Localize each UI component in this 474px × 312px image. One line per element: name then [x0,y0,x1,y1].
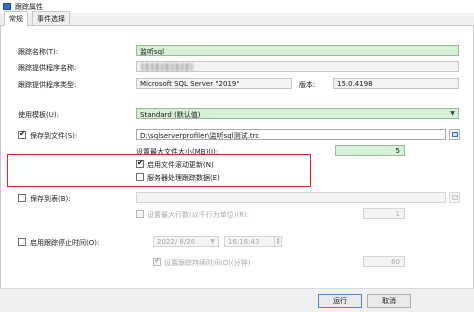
cancel-button[interactable]: 取消 [367,294,411,308]
version-label: 版本: [299,81,316,89]
redacted-provider-name [141,63,193,71]
max-rows-label: 设置最大行数(以千行为单位)(R): [147,211,250,219]
general-panel: 跟踪名称(T): 监听sql 跟踪提供程序名称: 跟踪提供程序类型: Micro… [0,26,474,288]
save-file-path-input[interactable]: D:\sqlserverprofiler\监听sql测试.trc [136,129,446,140]
browse-table-button[interactable] [449,192,460,203]
provider-type-label: 跟踪提供程序类型: [18,81,77,89]
chevron-down-icon: ▼ [210,238,215,245]
tab-general[interactable]: 常规 [4,11,28,26]
folder-icon [452,132,458,137]
template-select[interactable]: Standard (默认值) ▼ [136,108,459,119]
table-icon [452,195,458,200]
dialog-footer: 运行 取消 [0,288,474,312]
tab-events-selection[interactable]: 事件选择 [32,11,70,25]
save-to-table-label: 保存到表(B): [30,195,71,203]
provider-name-label: 跟踪提供程序名称: [18,64,77,72]
save-table-input[interactable] [136,192,446,203]
duration-input[interactable]: 60 [363,256,405,267]
stop-time-checkbox[interactable] [18,238,26,246]
duration-label: 设置跟踪持续时间(D)(分钟) [164,259,251,267]
spinner-icon: ▲ ▼ [274,237,281,246]
template-label: 使用模板(U): [18,111,59,119]
chevron-down-icon: ▼ [450,110,455,117]
tab-bar [0,13,474,26]
highlight-box [7,154,311,187]
version-field: 15.0.4198 [333,78,459,89]
max-file-size-input[interactable]: 5 [335,145,405,156]
trace-name-label: 跟踪名称(T): [18,48,59,56]
trace-name-input[interactable]: 监听sql [136,45,459,56]
stop-date-picker[interactable]: 2022/ 8/26 ▼ [153,236,219,247]
run-button[interactable]: 运行 [318,294,362,308]
browse-file-button[interactable] [449,129,460,140]
duration-checkbox[interactable] [153,256,161,266]
max-rows-checkbox[interactable] [136,210,144,218]
save-to-file-checkbox[interactable] [18,129,26,139]
window-icon [3,3,11,10]
max-rows-input[interactable]: 1 [363,208,405,219]
stop-time-label: 启用跟踪停止时间(O): [30,239,100,247]
provider-type-field: Microsoft SQL Server "2019" [136,78,292,89]
title-bar: 跟踪属性 [0,0,474,13]
save-to-table-checkbox[interactable] [18,194,26,202]
stop-time-input[interactable]: 16:16:43 ▲ ▼ [224,236,282,247]
save-to-file-label: 保存到文件(S): [30,132,78,140]
